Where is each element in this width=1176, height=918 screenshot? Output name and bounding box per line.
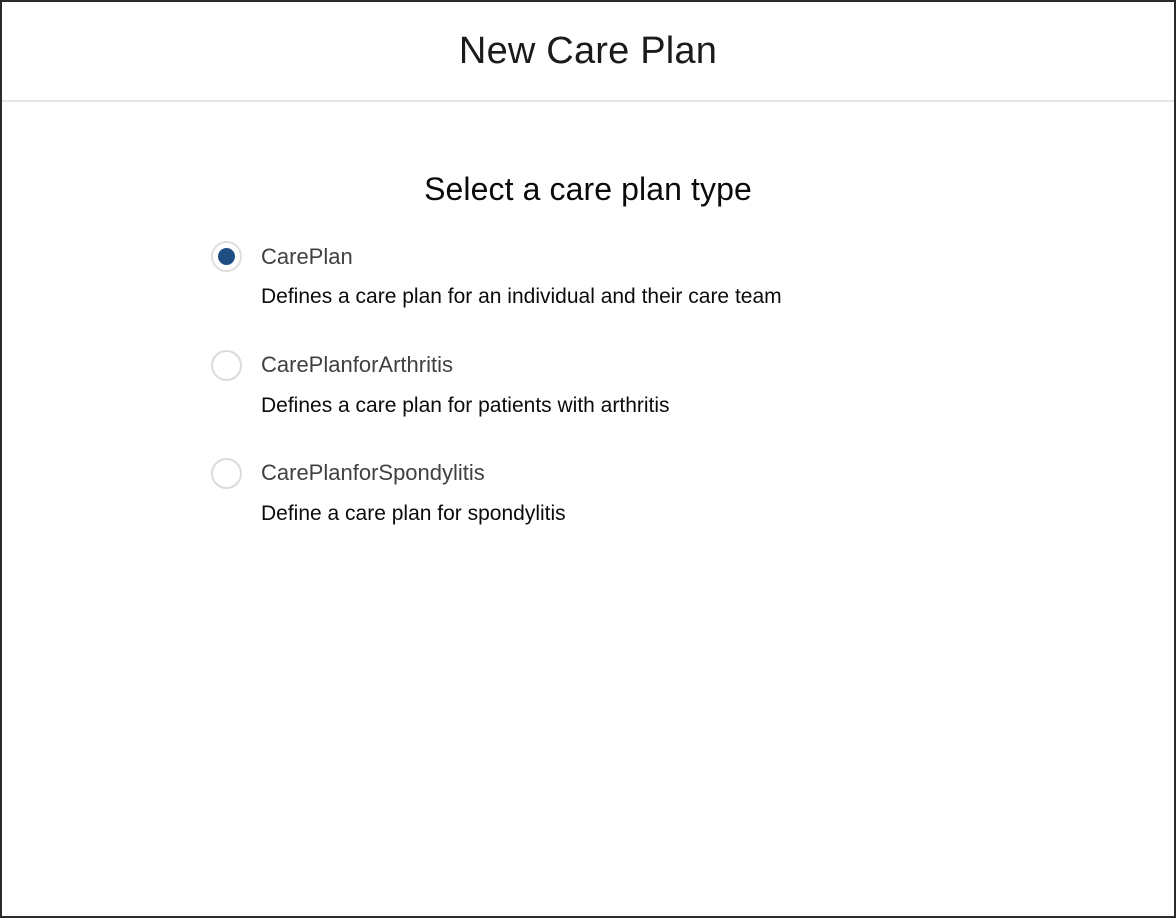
radio-option-description: Define a care plan for spondylitis — [261, 501, 566, 525]
radio-option-row[interactable]: CarePlan — [211, 241, 1174, 273]
modal-body: Select a care plan type CarePlan Defines… — [2, 102, 1174, 916]
radio-option-description: Defines a care plan for an individual an… — [261, 285, 782, 309]
care-plan-type-radio-group: CarePlan Defines a care plan for an indi… — [2, 208, 1174, 527]
radio-option-label[interactable]: CarePlanforSpondylitis — [261, 460, 485, 486]
modal-header: New Care Plan — [2, 2, 1174, 102]
page-title: New Care Plan — [458, 30, 718, 72]
radio-selected-dot-icon — [218, 248, 235, 266]
radio-option-careplanforspondylitis[interactable]: CarePlanforSpondylitis Define a care pla… — [211, 457, 1174, 527]
radio-button-icon[interactable] — [211, 241, 242, 273]
radio-option-row[interactable]: CarePlanforSpondylitis — [211, 457, 1174, 489]
radio-option-row[interactable]: CarePlanforArthritis — [211, 349, 1174, 381]
radio-option-careplanforarthritis[interactable]: CarePlanforArthritis Defines a care plan… — [211, 349, 1174, 419]
radio-button-icon[interactable] — [211, 349, 242, 381]
radio-option-careplan[interactable]: CarePlan Defines a care plan for an indi… — [211, 241, 1174, 310]
radio-button-icon[interactable] — [211, 457, 242, 489]
new-care-plan-modal: New Care Plan Select a care plan type Ca… — [0, 0, 1176, 918]
radio-option-label[interactable]: CarePlanforArthritis — [261, 352, 453, 378]
section-heading: Select a care plan type — [424, 171, 752, 207]
radio-option-description: Defines a care plan for patients with ar… — [261, 393, 670, 417]
radio-option-label[interactable]: CarePlan — [261, 244, 353, 270]
